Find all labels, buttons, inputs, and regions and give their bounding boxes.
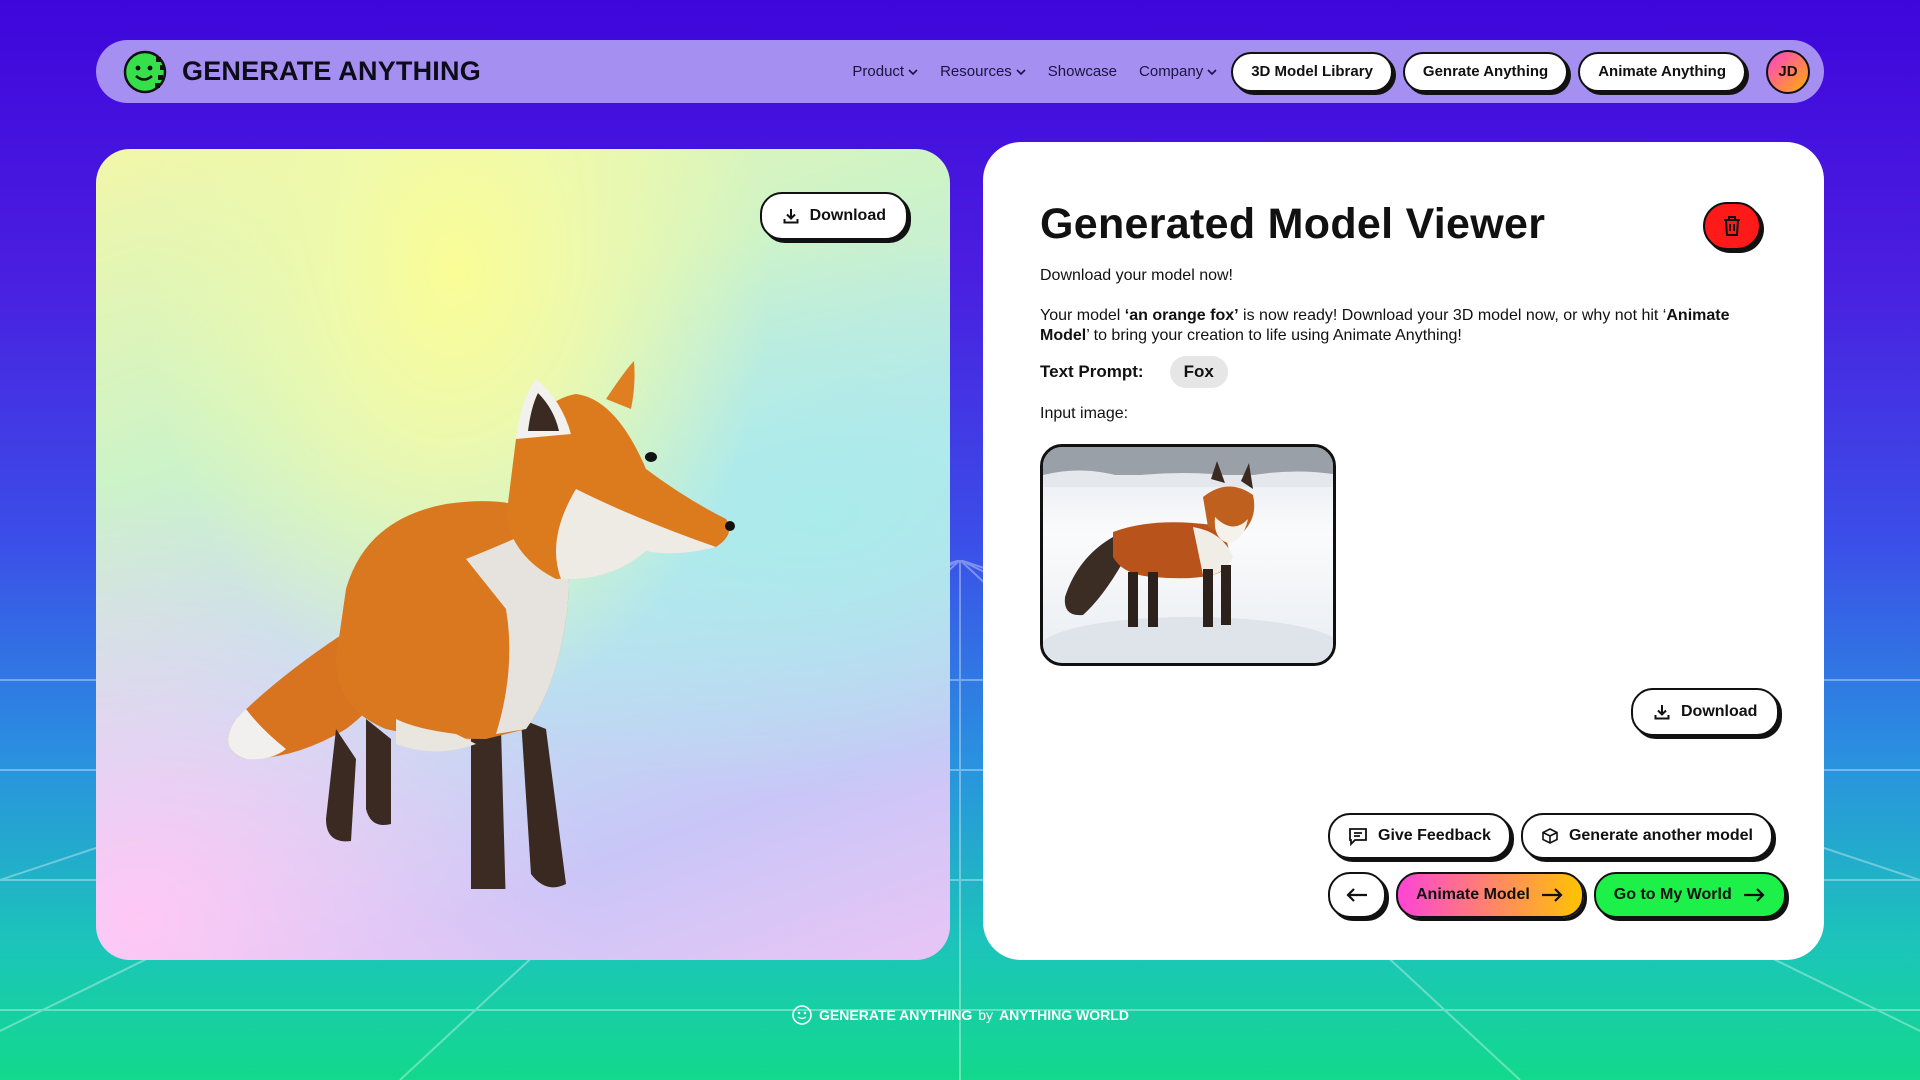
footer: GENERATE ANYTHING by ANYTHING WORLD [0, 1004, 1920, 1026]
main-menu: Product Resources Showcase Company [852, 63, 1217, 80]
give-feedback-button[interactable]: Give Feedback [1328, 813, 1511, 859]
generate-another-model-button[interactable]: Generate another model [1520, 813, 1773, 859]
brand[interactable]: GENERATE ANYTHING [122, 49, 481, 95]
chevron-down-icon [908, 68, 918, 75]
fox-photo-icon [1043, 447, 1333, 663]
animate-model-button[interactable]: Animate Model [1396, 872, 1584, 918]
message-text: is now ready! Download your 3D model now… [1238, 307, 1667, 324]
ready-message: Your model ‘an orange fox’ is now ready!… [1040, 306, 1770, 346]
go-to-my-world-label: Go to My World [1613, 886, 1732, 903]
generate-anything-button[interactable]: Genrate Anything [1402, 51, 1569, 92]
give-feedback-label: Give Feedback [1378, 827, 1491, 844]
nav-item-label: Showcase [1047, 63, 1118, 80]
input-image-thumbnail [1040, 444, 1336, 666]
delete-model-button[interactable] [1703, 202, 1761, 250]
text-prompt-row: Text Prompt: Fox [1040, 356, 1228, 388]
brand-logo-icon [123, 50, 167, 93]
nav-item-label: Product [852, 63, 905, 80]
brand-name: GENERATE ANYTHING [182, 56, 481, 86]
go-to-my-world-button[interactable]: Go to My World [1593, 872, 1786, 918]
model-details-panel: Generated Model Viewer Download your mod… [983, 142, 1824, 960]
trash-icon [1724, 216, 1740, 236]
message-text: ’ to bring your creation to life using A… [1086, 327, 1462, 344]
input-image-label: Input image: [1040, 405, 1129, 422]
secondary-actions: Give Feedback Generate another model [1328, 813, 1773, 859]
nav-item-label: Company [1139, 63, 1204, 80]
fox-model-icon [228, 361, 735, 889]
nav-item-company[interactable]: Company [1139, 63, 1217, 80]
user-avatar[interactable]: JD [1766, 49, 1810, 94]
text-prompt-chip: Fox [1169, 356, 1228, 388]
page-subtitle: Download your model now! [1040, 267, 1233, 284]
download-icon [783, 209, 799, 224]
cube-icon [1542, 828, 1558, 844]
generate-another-label: Generate another model [1568, 827, 1753, 844]
nav-item-product[interactable]: Product [852, 63, 918, 80]
nav-item-label: Resources [940, 63, 1012, 80]
download-label: Download [809, 207, 886, 224]
message-text: Your model [1040, 307, 1125, 324]
nav-buttons: 3D Model Library Genrate Anything Animat… [1231, 49, 1810, 94]
back-button[interactable] [1328, 872, 1386, 918]
footer-by: by [978, 1007, 994, 1023]
viewer-download-button[interactable]: Download [759, 192, 908, 240]
nav-item-resources[interactable]: Resources [940, 63, 1026, 80]
download-icon [1654, 705, 1670, 720]
primary-actions: Animate Model Go to My World [1328, 872, 1786, 918]
nav-item-showcase[interactable]: Showcase [1048, 63, 1117, 80]
panel-download-button[interactable]: Download [1631, 688, 1780, 736]
page-title: Generated Model Viewer [1040, 200, 1546, 248]
download-label: Download [1681, 703, 1758, 720]
text-prompt-label: Text Prompt: [1040, 362, 1144, 381]
animate-model-label: Animate Model [1416, 886, 1530, 903]
footer-company[interactable]: ANYTHING WORLD [999, 1007, 1129, 1023]
model-name: ‘an orange fox’ [1124, 307, 1239, 324]
footer-logo-icon [792, 1005, 812, 1025]
arrow-right-icon [1541, 888, 1563, 902]
footer-brand: GENERATE ANYTHING [819, 1007, 973, 1023]
chevron-down-icon [1207, 68, 1217, 75]
animate-anything-button[interactable]: Animate Anything [1578, 51, 1746, 92]
top-navbar: GENERATE ANYTHING Product Resources Show… [96, 40, 1824, 103]
model-library-button[interactable]: 3D Model Library [1231, 51, 1393, 92]
chevron-down-icon [1016, 68, 1026, 75]
arrow-left-icon [1346, 888, 1367, 902]
model-viewer-canvas[interactable]: Download [96, 149, 950, 960]
arrow-right-icon [1743, 888, 1765, 902]
feedback-icon [1349, 828, 1367, 846]
